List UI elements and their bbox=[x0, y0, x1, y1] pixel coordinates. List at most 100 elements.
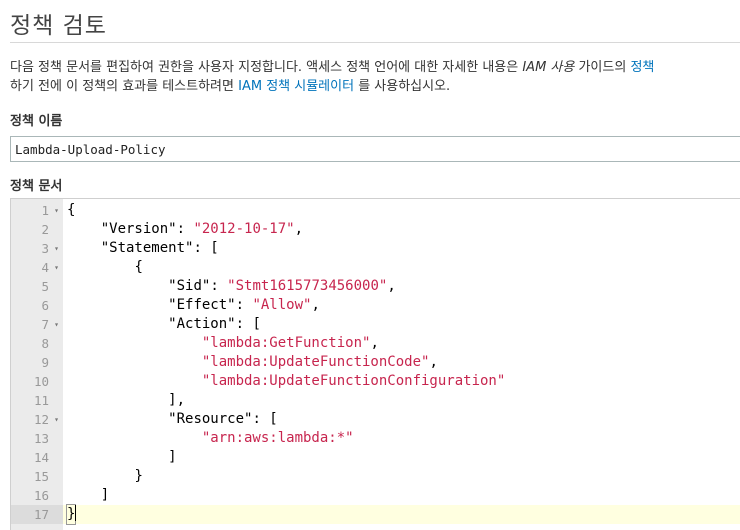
line-number: 3 bbox=[41, 241, 49, 256]
code-string: "lambda:UpdateFunctionConfiguration" bbox=[201, 373, 506, 389]
code-string: "Allow" bbox=[252, 297, 312, 313]
fold-arrow-icon[interactable]: ▾ bbox=[54, 315, 59, 334]
code-punctuation: : bbox=[210, 278, 228, 294]
line-number-cell: 11 bbox=[11, 391, 63, 410]
code-punctuation: { bbox=[67, 202, 76, 218]
line-number-cell: 12 ▾ bbox=[11, 410, 63, 429]
code-punctuation: : [ bbox=[252, 411, 278, 427]
line-number: 6 bbox=[41, 298, 49, 313]
code-row[interactable]: 6 "Effect": "Allow", bbox=[11, 296, 740, 315]
line-number: 2 bbox=[41, 222, 49, 237]
code-line[interactable]: ], bbox=[63, 391, 740, 410]
matched-bracket: } bbox=[65, 504, 77, 525]
line-number: 16 bbox=[33, 488, 49, 503]
code-line[interactable]: "Effect": "Allow", bbox=[63, 296, 740, 315]
code-line[interactable]: "lambda:GetFunction", bbox=[63, 334, 740, 353]
code-row[interactable]: 10 "lambda:UpdateFunctionConfiguration" bbox=[11, 372, 740, 391]
line-number: 10 bbox=[33, 374, 49, 389]
code-row[interactable]: 1 ▾{ bbox=[11, 201, 740, 220]
code-row[interactable]: 4 ▾ { bbox=[11, 258, 740, 277]
code-string: "arn:aws:lambda:*" bbox=[201, 430, 354, 446]
code-punctuation: ] bbox=[100, 487, 110, 503]
fold-arrow-icon[interactable]: ▾ bbox=[54, 410, 59, 429]
fold-arrow-icon[interactable]: ▾ bbox=[54, 258, 59, 277]
policy-name-input[interactable] bbox=[10, 136, 740, 162]
code-punctuation: : bbox=[235, 297, 253, 313]
code-punctuation: , bbox=[294, 221, 304, 237]
line-number: 8 bbox=[41, 336, 49, 351]
code-row[interactable]: 16 ] bbox=[11, 486, 740, 505]
policy-document-editor[interactable]: 1 ▾{2 "Version": "2012-10-17", 3 ▾ "Stateme… bbox=[10, 198, 740, 530]
fold-arrow-icon[interactable]: ▾ bbox=[54, 201, 59, 220]
code-line[interactable]: "lambda:UpdateFunctionCode", bbox=[63, 353, 740, 372]
line-number-cell: 14 bbox=[11, 448, 63, 467]
line-number: 17 bbox=[33, 507, 49, 522]
code-line[interactable]: "Action": [ bbox=[63, 315, 740, 334]
code-row[interactable]: 14 ] bbox=[11, 448, 740, 467]
code-row[interactable]: 7 ▾ "Action": [ bbox=[11, 315, 740, 334]
line-number-cell: 10 bbox=[11, 372, 63, 391]
code-line[interactable]: "Version": "2012-10-17", bbox=[63, 220, 740, 239]
page-title: 정책 검토 bbox=[10, 13, 107, 39]
code-key: "Statement" bbox=[100, 240, 194, 256]
line-number-cell: 2 bbox=[11, 220, 63, 239]
code-line[interactable]: "lambda:UpdateFunctionConfiguration" bbox=[63, 372, 740, 391]
code-row[interactable]: 11 ], bbox=[11, 391, 740, 410]
code-line[interactable]: "Sid": "Stmt1615773456000", bbox=[63, 277, 740, 296]
code-line[interactable]: "arn:aws:lambda:*" bbox=[63, 429, 740, 448]
code-row[interactable]: 9 "lambda:UpdateFunctionCode", bbox=[11, 353, 740, 372]
code-line[interactable]: "Resource": [ bbox=[63, 410, 740, 429]
policy-link[interactable]: 정책 bbox=[630, 60, 654, 75]
description: 다음 정책 문서를 편집하여 권한을 사용자 지정합니다. 액세스 정책 언어에… bbox=[10, 58, 740, 96]
line-number: 4 bbox=[41, 260, 49, 275]
line-number: 7 bbox=[41, 317, 49, 332]
code-row[interactable]: 15 } bbox=[11, 467, 740, 486]
line-number-cell: 15 bbox=[11, 467, 63, 486]
code-line[interactable]: { bbox=[63, 258, 740, 277]
line-number-cell: 9 bbox=[11, 353, 63, 372]
line-number-cell: 1 ▾ bbox=[11, 201, 63, 220]
review-policy-page: 정책 검토 다음 정책 문서를 편집하여 권한을 사용자 지정합니다. 액세스 … bbox=[0, 0, 740, 530]
iam-user-guide-title: IAM 사용 bbox=[522, 60, 575, 75]
code-row[interactable]: 5 "Sid": "Stmt1615773456000", bbox=[11, 277, 740, 296]
code-row[interactable]: 12 ▾ "Resource": [ bbox=[11, 410, 740, 429]
description-text: 다음 정책 문서를 편집하여 권한을 사용자 지정합니다. 액세스 정책 언어에… bbox=[10, 60, 523, 75]
code-punctuation: ], bbox=[168, 392, 186, 408]
code-line[interactable]: } bbox=[63, 504, 740, 525]
line-number-cell: 17 bbox=[11, 505, 63, 524]
code-line[interactable]: { bbox=[63, 201, 740, 220]
description-line-1: 다음 정책 문서를 편집하여 권한을 사용자 지정합니다. 액세스 정책 언어에… bbox=[10, 58, 740, 77]
policy-document-label: 정책 문서 bbox=[10, 179, 63, 194]
line-number-cell: 3 ▾ bbox=[11, 239, 63, 258]
code-line[interactable]: ] bbox=[63, 486, 740, 505]
code-line[interactable]: } bbox=[63, 467, 740, 486]
code-row[interactable]: 3 ▾ "Statement": [ bbox=[11, 239, 740, 258]
code-key: "Resource" bbox=[168, 411, 253, 427]
iam-policy-simulator-link[interactable]: IAM 정책 시뮬레이터 bbox=[238, 79, 354, 94]
code-row[interactable]: 8 "lambda:GetFunction", bbox=[11, 334, 740, 353]
code-punctuation: , bbox=[387, 278, 396, 294]
code-line[interactable]: ] bbox=[63, 448, 740, 467]
code-punctuation: { bbox=[134, 259, 143, 275]
code-string: "lambda:GetFunction" bbox=[201, 335, 371, 351]
code-row[interactable]: 2 "Version": "2012-10-17", bbox=[11, 220, 740, 239]
code-row[interactable]: 13 "arn:aws:lambda:*" bbox=[11, 429, 740, 448]
line-number-cell: 6 bbox=[11, 296, 63, 315]
code-punctuation: , bbox=[370, 335, 379, 351]
code-punctuation: } bbox=[134, 468, 143, 484]
code-row[interactable]: 17} bbox=[11, 504, 740, 525]
line-number: 15 bbox=[33, 469, 49, 484]
fold-arrow-icon[interactable]: ▾ bbox=[54, 239, 59, 258]
code-line[interactable]: "Statement": [ bbox=[63, 239, 740, 258]
line-number: 13 bbox=[33, 431, 49, 446]
description-line-2: 하기 전에 이 정책의 효과를 테스트하려면 IAM 정책 시뮬레이터 를 사용… bbox=[10, 77, 740, 96]
